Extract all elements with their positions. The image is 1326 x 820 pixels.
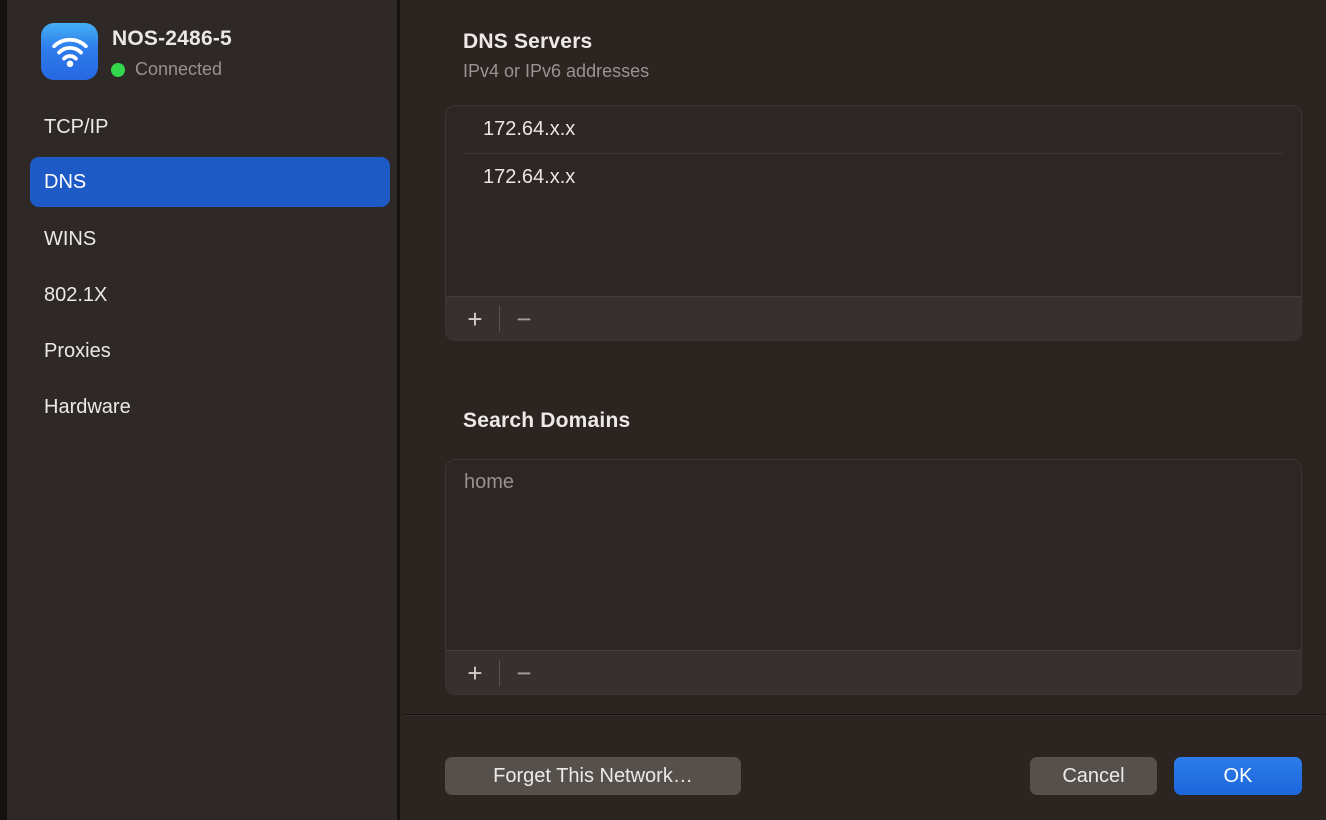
sidebar-item-label: DNS bbox=[44, 171, 86, 194]
sidebar-item-label: Proxies bbox=[44, 340, 111, 363]
sidebar-item-label: WINS bbox=[44, 228, 96, 251]
dns-server-row[interactable]: 172.64.x.x bbox=[446, 106, 1301, 153]
search-domain-row[interactable]: home bbox=[446, 460, 1301, 505]
dns-servers-controls: + − bbox=[446, 296, 1301, 340]
sidebar: NOS-2486-5 Connected TCP/IP DNS WINS 802… bbox=[8, 0, 400, 820]
sidebar-item-8021x[interactable]: 802.1X bbox=[30, 270, 390, 320]
sidebar-item-hardware[interactable]: Hardware bbox=[30, 382, 390, 432]
sidebar-item-label: Hardware bbox=[44, 396, 131, 419]
connection-status: Connected bbox=[111, 59, 222, 80]
add-search-domain-button[interactable]: + bbox=[459, 657, 491, 689]
wifi-glyph bbox=[51, 36, 89, 68]
search-domains-title: Search Domains bbox=[463, 409, 630, 433]
controls-divider bbox=[499, 306, 500, 332]
remove-dns-server-button[interactable]: − bbox=[508, 303, 540, 335]
sidebar-item-label: 802.1X bbox=[44, 284, 107, 307]
window-edge-strip bbox=[0, 0, 8, 820]
network-details-dialog: { "sidebar": { "network": { "name": "NOS… bbox=[0, 0, 1326, 820]
footer-divider bbox=[403, 714, 1326, 715]
search-domains-list-body: home bbox=[446, 460, 1301, 650]
dns-servers-list: 172.64.x.x 172.64.x.x + − bbox=[445, 105, 1302, 341]
add-dns-server-button[interactable]: + bbox=[459, 303, 491, 335]
search-domains-controls: + − bbox=[446, 650, 1301, 694]
connected-status-label: Connected bbox=[135, 59, 222, 80]
sidebar-item-label: TCP/IP bbox=[44, 116, 108, 139]
forget-network-button[interactable]: Forget This Network… bbox=[445, 757, 741, 795]
sidebar-item-dns[interactable]: DNS bbox=[30, 157, 390, 207]
cancel-button[interactable]: Cancel bbox=[1030, 757, 1157, 795]
dns-servers-subtitle: IPv4 or IPv6 addresses bbox=[463, 61, 649, 82]
controls-divider bbox=[499, 660, 500, 686]
ok-button[interactable]: OK bbox=[1174, 757, 1302, 795]
dns-pane: DNS Servers IPv4 or IPv6 addresses 172.6… bbox=[403, 0, 1326, 820]
sidebar-item-proxies[interactable]: Proxies bbox=[30, 326, 390, 376]
wifi-icon bbox=[41, 23, 98, 80]
dns-server-row[interactable]: 172.64.x.x bbox=[446, 154, 1301, 201]
remove-search-domain-button[interactable]: − bbox=[508, 657, 540, 689]
sidebar-item-wins[interactable]: WINS bbox=[30, 214, 390, 264]
search-domains-list: home + − bbox=[445, 459, 1302, 695]
sidebar-item-tcpip[interactable]: TCP/IP bbox=[30, 102, 390, 152]
network-name: NOS-2486-5 bbox=[112, 27, 232, 51]
connected-status-dot bbox=[111, 63, 125, 77]
dns-servers-list-body: 172.64.x.x 172.64.x.x bbox=[446, 106, 1301, 296]
dns-servers-title: DNS Servers bbox=[463, 30, 592, 54]
